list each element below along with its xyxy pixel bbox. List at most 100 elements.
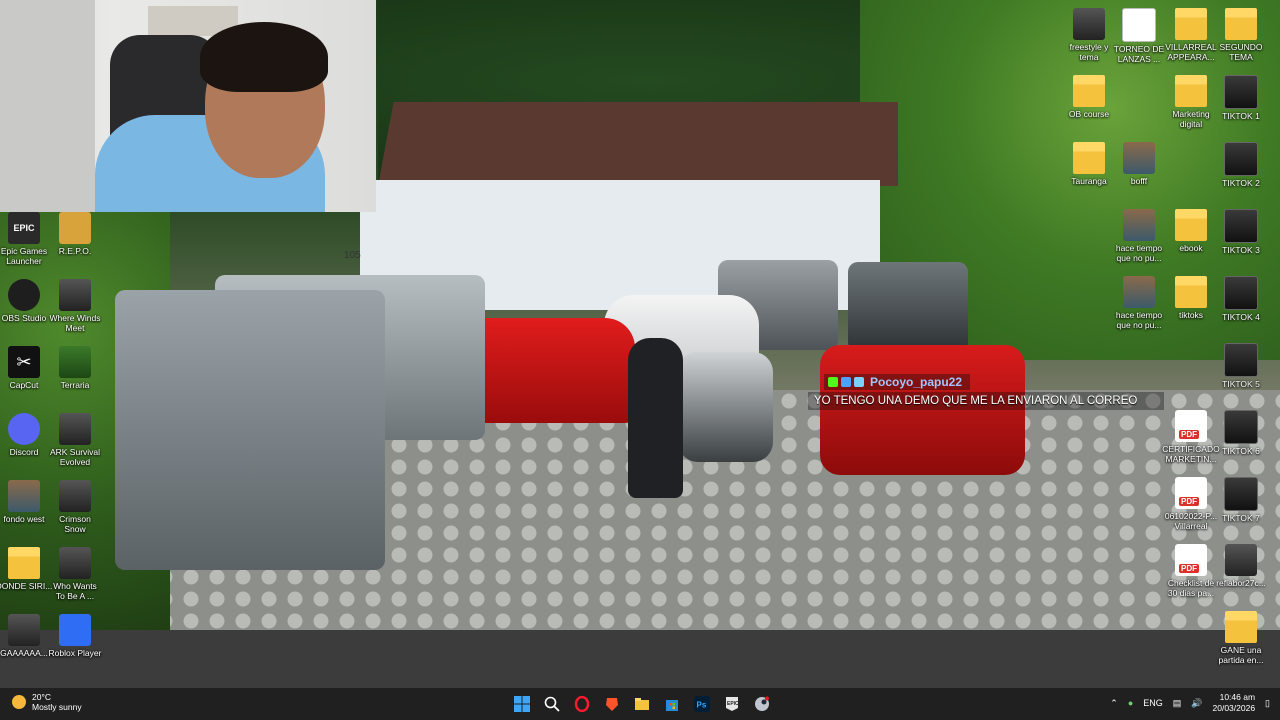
desktop-icon[interactable]: Where Winds Meet bbox=[41, 279, 109, 333]
desktop-icon[interactable]: Who Wants To Be A ... bbox=[41, 547, 109, 601]
desktop-icon-label: TIKTOK 4 bbox=[1222, 312, 1260, 322]
desktop-icon-label: TIKTOK 7 bbox=[1222, 513, 1260, 523]
epic-games-icon: EPIC bbox=[8, 212, 40, 244]
clock[interactable]: 10:46 am 20/03/2026 bbox=[1213, 692, 1256, 714]
desktop-icon-label: TIKTOK 6 bbox=[1222, 446, 1260, 456]
search-icon[interactable] bbox=[540, 692, 564, 716]
notifications-icon[interactable]: ▯ bbox=[1265, 698, 1270, 709]
desktop-icon[interactable]: TIKTOK 3 bbox=[1207, 209, 1275, 255]
photoshop-icon[interactable]: Ps bbox=[690, 692, 714, 716]
folder-icon bbox=[8, 547, 40, 579]
wallpaper-person bbox=[628, 338, 683, 498]
desktop-icon-label: TIKTOK 1 bbox=[1222, 111, 1260, 121]
weather-widget[interactable]: 20°C Mostly sunny bbox=[12, 692, 82, 712]
ark-icon bbox=[59, 413, 91, 445]
sun-icon bbox=[12, 695, 26, 709]
pdf-icon bbox=[1175, 477, 1207, 509]
wallpaper-suv bbox=[848, 262, 968, 352]
desktop-icon[interactable]: Roblox Player bbox=[41, 614, 109, 658]
desktop-icon[interactable]: ARK Survival Evolved bbox=[41, 413, 109, 467]
taskbar-apps: Ps EPIC bbox=[510, 692, 774, 716]
desktop-icon[interactable]: TIKTOK 7 bbox=[1207, 477, 1275, 523]
capcut-icon: ✂ bbox=[8, 346, 40, 378]
desktop-icon-label: SEGUNDO TEMA bbox=[1219, 42, 1263, 62]
desktop-icon-label: Who Wants To Be A ... bbox=[53, 581, 97, 601]
wallpaper-gwagon bbox=[115, 290, 385, 570]
folder-icon bbox=[1175, 8, 1207, 40]
steam-icon[interactable] bbox=[750, 692, 774, 716]
roblox-icon bbox=[59, 614, 91, 646]
desktop-icon[interactable]: GANE una partida en... bbox=[1207, 611, 1275, 665]
clock-date: 20/03/2026 bbox=[1212, 703, 1256, 713]
desktop-icon[interactable]: TIKTOK 4 bbox=[1207, 276, 1275, 322]
desktop-icon-label: Crimson Snow bbox=[59, 514, 91, 534]
image-icon bbox=[1123, 142, 1155, 174]
file-explorer-icon[interactable] bbox=[630, 692, 654, 716]
desktop-icon-label: Where Winds Meet bbox=[49, 313, 101, 333]
folder-icon bbox=[1175, 209, 1207, 241]
desktop-icon-label: TIKTOK 2 bbox=[1222, 178, 1260, 188]
brave-icon[interactable] bbox=[600, 692, 624, 716]
desktop-icon[interactable]: Crimson Snow bbox=[41, 480, 109, 534]
desktop-icon[interactable]: refiabor27c... bbox=[1207, 544, 1275, 588]
desktop-icon[interactable]: TIKTOK 2 bbox=[1207, 142, 1275, 188]
tiktok-video-icon bbox=[1224, 209, 1258, 243]
desktop-icon[interactable]: OB course bbox=[1055, 75, 1123, 119]
language-indicator[interactable]: ENG bbox=[1143, 698, 1163, 708]
kick-badge-icon bbox=[828, 377, 838, 387]
store-icon[interactable] bbox=[660, 692, 684, 716]
wallpaper-road bbox=[0, 630, 1280, 688]
windows-start-icon[interactable] bbox=[510, 692, 534, 716]
terraria-icon bbox=[59, 346, 91, 378]
image-icon bbox=[1123, 209, 1155, 241]
network-icon[interactable]: ▤ bbox=[1173, 698, 1182, 709]
tiktok-video-icon bbox=[1224, 142, 1258, 176]
chat-username: Pocoyo_papu22 bbox=[870, 375, 963, 389]
svg-text:EPIC: EPIC bbox=[727, 701, 739, 707]
desktop-icon[interactable]: SEGUNDO TEMA bbox=[1207, 8, 1275, 62]
webcam-overlay bbox=[0, 0, 376, 212]
folder-icon bbox=[1073, 142, 1105, 174]
discord-icon bbox=[8, 413, 40, 445]
desktop-icon[interactable]: TIKTOK 6 bbox=[1207, 410, 1275, 456]
chevron-up-icon[interactable]: ⌃ bbox=[1110, 698, 1118, 709]
video-icon bbox=[8, 614, 40, 646]
wallpaper-trike bbox=[678, 352, 773, 462]
video-icon bbox=[1225, 544, 1257, 576]
chat-user-row: Pocoyo_papu22 bbox=[824, 374, 971, 390]
video-icon bbox=[1073, 8, 1105, 40]
folder-icon bbox=[1073, 75, 1105, 107]
svg-text:Ps: Ps bbox=[697, 701, 707, 710]
desktop-icon[interactable]: TIKTOK 5 bbox=[1207, 343, 1275, 389]
folder-icon bbox=[1175, 276, 1207, 308]
taskbar: 20°C Mostly sunny Ps EPIC ⌃ ● ENG ▤ 🔊 10… bbox=[0, 688, 1280, 720]
desktop-icon-label: TIKTOK 3 bbox=[1222, 245, 1260, 255]
desktop-icon[interactable]: R.E.P.O. bbox=[41, 212, 109, 256]
desktop-icon[interactable]: Terraria bbox=[41, 346, 109, 390]
who-wants-icon bbox=[59, 547, 91, 579]
sub-badge-icon bbox=[841, 377, 851, 387]
image-icon bbox=[1123, 276, 1155, 308]
tiktok-video-icon bbox=[1224, 75, 1258, 109]
desktop-icon[interactable]: bofff bbox=[1105, 142, 1173, 186]
tiktok-video-icon bbox=[1224, 410, 1258, 444]
clock-time: 10:46 am bbox=[1219, 692, 1256, 702]
opera-icon[interactable] bbox=[570, 692, 594, 716]
obs-icon bbox=[8, 279, 40, 311]
tiktok-video-icon bbox=[1224, 477, 1258, 511]
where-winds-meet-icon bbox=[59, 279, 91, 311]
volume-icon[interactable]: 🔊 bbox=[1191, 698, 1202, 709]
desktop-icon-label: R.E.P.O. bbox=[58, 246, 92, 256]
folder-icon bbox=[1225, 8, 1257, 40]
gift-badge-icon bbox=[854, 377, 864, 387]
wallpaper-roof bbox=[378, 102, 898, 186]
epic-games-icon[interactable]: EPIC bbox=[720, 692, 744, 716]
desktop-icon[interactable]: TIKTOK 1 bbox=[1207, 75, 1275, 121]
system-tray: ⌃ ● ENG ▤ 🔊 10:46 am 20/03/2026 ▯ bbox=[1110, 692, 1270, 714]
microphone-icon[interactable]: ● bbox=[1128, 698, 1133, 708]
desktop-icon-label: Roblox Player bbox=[48, 648, 102, 658]
desktop-icon-label: GANE una partida en... bbox=[1218, 645, 1264, 665]
tiktok-video-icon bbox=[1224, 276, 1258, 310]
desktop-icon-label: OB course bbox=[1068, 109, 1110, 119]
image-icon bbox=[8, 480, 40, 512]
